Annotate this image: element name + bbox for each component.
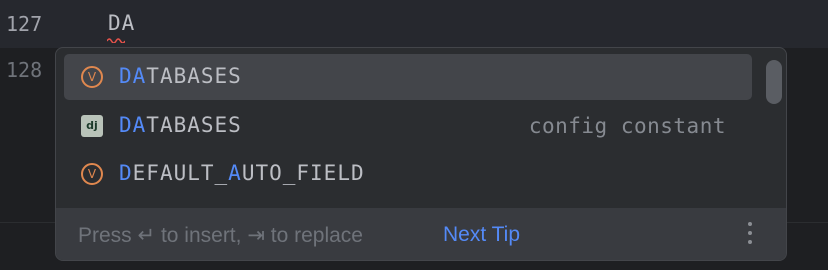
completion-popup: V DATABASES dj DATABASES config constant…	[55, 47, 787, 261]
completion-item[interactable]: V DATABASES	[64, 54, 752, 100]
line-number: 128	[6, 58, 43, 82]
completion-label: DATABASES	[119, 64, 242, 88]
match-highlight: D	[119, 161, 133, 185]
completion-type: config constant	[528, 114, 726, 138]
next-tip-link[interactable]: Next Tip	[443, 223, 520, 247]
insert-replace-hint: Press ↵ to insert, ⇥ to replace	[78, 224, 363, 247]
completion-item[interactable]: V DEFAULT_AUTO_FIELD	[64, 151, 752, 197]
more-options-icon[interactable]	[746, 222, 754, 248]
error-squiggle-icon	[107, 38, 125, 43]
label-rest: EFAULT_	[132, 161, 229, 185]
label-rest: UTO_FIELD	[241, 161, 365, 185]
match-highlight: DA	[119, 64, 147, 88]
completion-label: DATABASES	[119, 113, 242, 137]
variable-icon: V	[81, 163, 103, 185]
code-line[interactable]: DA	[108, 11, 135, 35]
line-number: 127	[6, 12, 43, 36]
completion-footer: Press ↵ to insert, ⇥ to replace Next Tip	[56, 208, 786, 260]
completion-label: DEFAULT_AUTO_FIELD	[119, 161, 365, 185]
variable-icon: V	[81, 66, 103, 88]
completion-item[interactable]: dj DATABASES config constant	[64, 103, 752, 149]
match-highlight: DA	[119, 113, 147, 137]
match-highlight: A	[228, 161, 242, 185]
django-icon: dj	[81, 115, 103, 137]
label-rest: TABASES	[146, 113, 242, 137]
label-rest: TABASES	[146, 64, 242, 88]
scrollbar-thumb[interactable]	[766, 60, 782, 104]
